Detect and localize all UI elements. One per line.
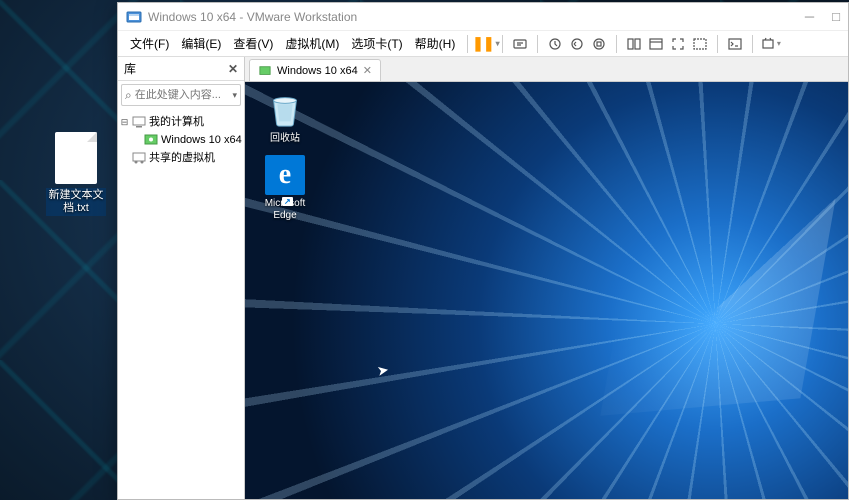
menubar: 文件(F) 编辑(E) 查看(V) 虚拟机(M) 选项卡(T) 帮助(H) ❚❚… <box>118 31 848 57</box>
separator <box>537 35 538 53</box>
collapse-icon[interactable]: ⊟ <box>120 114 129 130</box>
menu-view[interactable]: 查看(V) <box>227 32 279 55</box>
recycle-bin-icon[interactable]: 回收站 <box>253 90 317 145</box>
search-icon: ⌕ <box>125 88 132 103</box>
tree-label: 共享的虚拟机 <box>149 150 215 166</box>
tree-shared-vms[interactable]: 共享的虚拟机 <box>120 149 242 167</box>
stretch-button[interactable]: ▾ <box>759 33 781 55</box>
fit-guest-button[interactable] <box>623 33 645 55</box>
vm-tab-icon <box>258 64 272 78</box>
minimize-button[interactable]: ─ <box>805 9 814 24</box>
separator <box>467 35 468 53</box>
edge-icon[interactable]: e↗ MicrosoftEdge <box>253 155 317 222</box>
separator <box>616 35 617 53</box>
menu-tabs[interactable]: 选项卡(T) <box>345 32 408 55</box>
tree-label: 我的计算机 <box>149 114 204 130</box>
main-area: Windows 10 x64 ✕ 回收站 e↗ <box>245 57 848 499</box>
library-search[interactable]: ⌕ ▾ <box>121 84 241 106</box>
menu-help[interactable]: 帮助(H) <box>409 32 462 55</box>
single-window-button[interactable] <box>645 33 667 55</box>
separator <box>752 35 753 53</box>
manage-snapshot-button[interactable] <box>588 33 610 55</box>
recycle-bin-glyph <box>265 90 305 130</box>
maximize-button[interactable]: □ <box>832 9 840 24</box>
library-title: 库 <box>124 60 228 77</box>
unity-button[interactable] <box>689 33 711 55</box>
separator <box>717 35 718 53</box>
tab-label: Windows 10 x64 <box>277 65 358 77</box>
vm-icon <box>144 133 158 147</box>
guest-screen[interactable]: 回收站 e↗ MicrosoftEdge ➤ <box>245 81 848 499</box>
search-dropdown-icon[interactable]: ▾ <box>232 90 237 101</box>
host-file-icon[interactable]: 新建文本文档.txt <box>46 132 106 216</box>
shared-icon <box>132 151 146 165</box>
pause-button[interactable]: ❚❚▾ <box>474 33 496 55</box>
fullscreen-button[interactable] <box>667 33 689 55</box>
window-title: Windows 10 x64 - VMware Workstation <box>148 10 357 24</box>
send-ctrl-alt-del-button[interactable] <box>509 33 531 55</box>
edge-glyph: e↗ <box>265 155 305 195</box>
tab-close-button[interactable]: ✕ <box>363 64 372 77</box>
vmware-logo-icon <box>126 9 142 25</box>
tree-vm-item[interactable]: Windows 10 x64 <box>120 131 242 149</box>
tree-label: Windows 10 x64 <box>161 132 242 148</box>
titlebar[interactable]: Windows 10 x64 - VMware Workstation ─ □ <box>118 3 848 31</box>
search-input[interactable] <box>135 89 231 101</box>
win10-wallpaper <box>245 82 848 499</box>
console-button[interactable] <box>724 33 746 55</box>
vmware-window: Windows 10 x64 - VMware Workstation ─ □ … <box>117 2 849 500</box>
menu-vm[interactable]: 虚拟机(M) <box>279 32 345 55</box>
library-close-button[interactable]: ✕ <box>228 62 238 76</box>
library-panel: 库 ✕ ⌕ ▾ ⊟ 我的计算机 Windows 10 x64 <box>118 57 245 499</box>
host-file-label: 新建文本文档.txt <box>46 188 106 216</box>
separator <box>502 35 503 53</box>
computer-icon <box>132 115 146 129</box>
text-file-icon <box>55 132 97 184</box>
tab-strip: Windows 10 x64 ✕ <box>245 57 848 81</box>
snapshot-button[interactable] <box>544 33 566 55</box>
menu-file[interactable]: 文件(F) <box>124 32 175 55</box>
library-tree: ⊟ 我的计算机 Windows 10 x64 共享的虚拟机 <box>118 109 244 171</box>
recycle-bin-label: 回收站 <box>253 133 317 145</box>
vm-tab[interactable]: Windows 10 x64 ✕ <box>249 59 381 81</box>
menu-edit[interactable]: 编辑(E) <box>175 32 227 55</box>
tree-my-computer[interactable]: ⊟ 我的计算机 <box>120 113 242 131</box>
revert-snapshot-button[interactable] <box>566 33 588 55</box>
